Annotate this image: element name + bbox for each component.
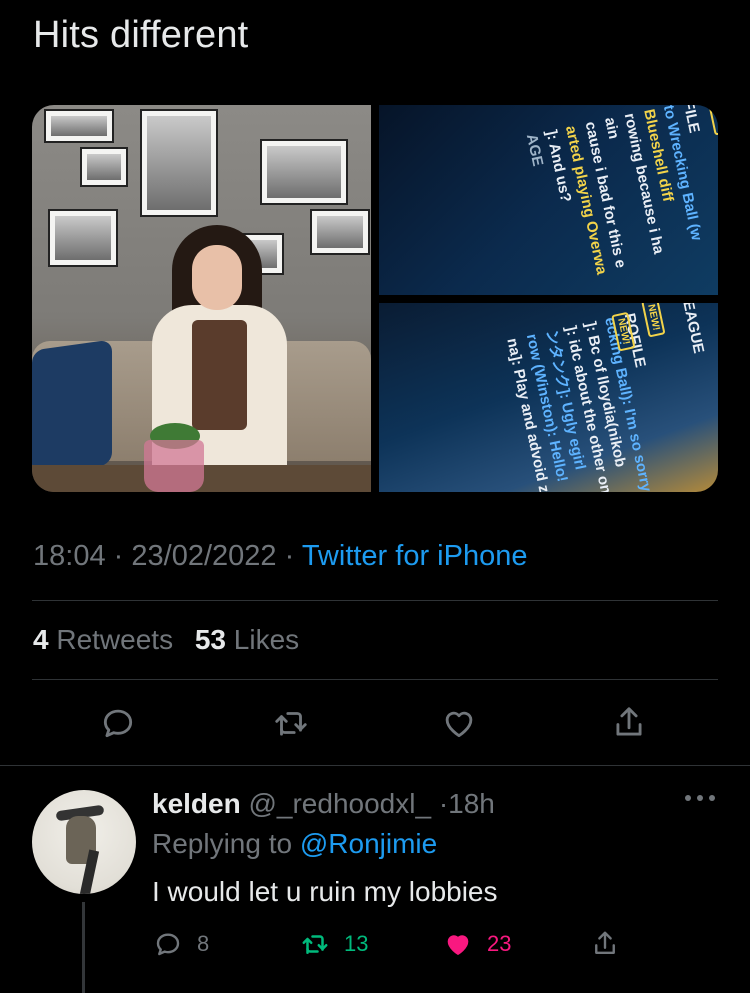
likes-label: Likes bbox=[233, 624, 300, 655]
media-photo-screen-top[interactable]: FILE to Wrecking Ball (w Blueshell diff … bbox=[379, 105, 718, 295]
more-icon bbox=[685, 795, 715, 801]
reply-icon bbox=[156, 933, 180, 956]
reply-count: 8 bbox=[197, 931, 210, 956]
wall-frame bbox=[260, 139, 348, 205]
reply-like-count: 23 bbox=[487, 931, 512, 956]
new-badge: NEW! bbox=[707, 105, 718, 136]
drink-glass bbox=[144, 440, 204, 492]
reply-text: I would let u ruin my lobbies bbox=[152, 876, 498, 907]
reply-header: kelden @_redhoodxl_ ·18h bbox=[152, 788, 495, 820]
tweet-text: Hits different bbox=[33, 14, 249, 56]
tweet-date: 23/02/2022 bbox=[131, 540, 277, 572]
wall-frame bbox=[48, 209, 118, 267]
replying-to-link[interactable]: @Ronjimie bbox=[300, 828, 437, 859]
reply-actions: 8 13 23 bbox=[0, 926, 750, 962]
divider bbox=[0, 765, 750, 766]
likes-count: 53 bbox=[194, 624, 227, 655]
share-button[interactable] bbox=[606, 700, 652, 746]
tweet-source-link[interactable]: Twitter for iPhone bbox=[302, 540, 528, 572]
divider bbox=[32, 600, 718, 601]
heart-icon bbox=[445, 711, 473, 738]
screen-text-top: FILE to Wrecking Ball (w Blueshell diff … bbox=[521, 105, 718, 285]
retweet-icon bbox=[302, 935, 328, 954]
wall-frame bbox=[80, 147, 128, 187]
avatar[interactable] bbox=[32, 790, 136, 894]
tweet-time: 18:04 bbox=[33, 540, 106, 572]
like-button[interactable] bbox=[436, 700, 482, 746]
reply-retweet-button[interactable]: 13 bbox=[300, 926, 368, 962]
media-photo-screen-bottom[interactable]: EAGUE ROFILE ecking Ball): I'm so sorry.… bbox=[379, 303, 718, 492]
reply-share-button[interactable] bbox=[590, 926, 620, 962]
retweet-icon bbox=[275, 712, 307, 736]
pillow bbox=[32, 339, 112, 476]
reply-time: 18h bbox=[448, 788, 495, 819]
divider bbox=[32, 679, 718, 680]
meta-separator: · bbox=[284, 540, 295, 572]
person-top bbox=[192, 320, 247, 430]
media-photo-portrait[interactable] bbox=[32, 105, 371, 492]
retweet-button[interactable] bbox=[268, 700, 314, 746]
reply-reply-button[interactable]: 8 bbox=[153, 926, 209, 962]
replying-to: Replying to @Ronjimie bbox=[152, 828, 437, 860]
person-face bbox=[192, 245, 242, 310]
retweets-label: Retweets bbox=[56, 624, 174, 655]
screen-text-bottom: EAGUE ROFILE ecking Ball): I'm so sorry.… bbox=[501, 303, 718, 492]
reply-icon bbox=[103, 709, 133, 738]
tweet-actions bbox=[0, 700, 750, 746]
meta-separator: · bbox=[438, 788, 449, 819]
share-icon bbox=[595, 931, 615, 954]
reply-author-handle[interactable]: @_redhoodxl_ bbox=[248, 788, 431, 819]
reply-retweet-count: 13 bbox=[344, 931, 369, 956]
reply-button[interactable] bbox=[95, 700, 141, 746]
more-options-button[interactable] bbox=[683, 788, 717, 808]
replying-to-label: Replying to bbox=[152, 828, 293, 859]
reply-like-button[interactable]: 23 bbox=[443, 926, 511, 962]
tweet-stats: 4 Retweets 53 Likes bbox=[33, 624, 299, 656]
tweet-meta: 18:04 · 23/02/2022 · Twitter for iPhone bbox=[33, 540, 527, 573]
wall-frame bbox=[44, 109, 114, 143]
reply-author-name[interactable]: kelden bbox=[152, 788, 241, 819]
share-icon bbox=[616, 707, 642, 736]
retweets-count: 4 bbox=[33, 624, 49, 655]
likes-stat[interactable]: 53 Likes bbox=[195, 624, 299, 655]
wall-frame bbox=[310, 209, 370, 255]
wall-frame bbox=[140, 109, 218, 217]
heart-icon bbox=[447, 935, 469, 955]
meta-separator: · bbox=[113, 540, 124, 572]
media-grid: FILE to Wrecking Ball (w Blueshell diff … bbox=[32, 105, 718, 492]
retweets-stat[interactable]: 4 Retweets bbox=[33, 624, 173, 655]
screen-line: EAGUE bbox=[679, 303, 708, 355]
